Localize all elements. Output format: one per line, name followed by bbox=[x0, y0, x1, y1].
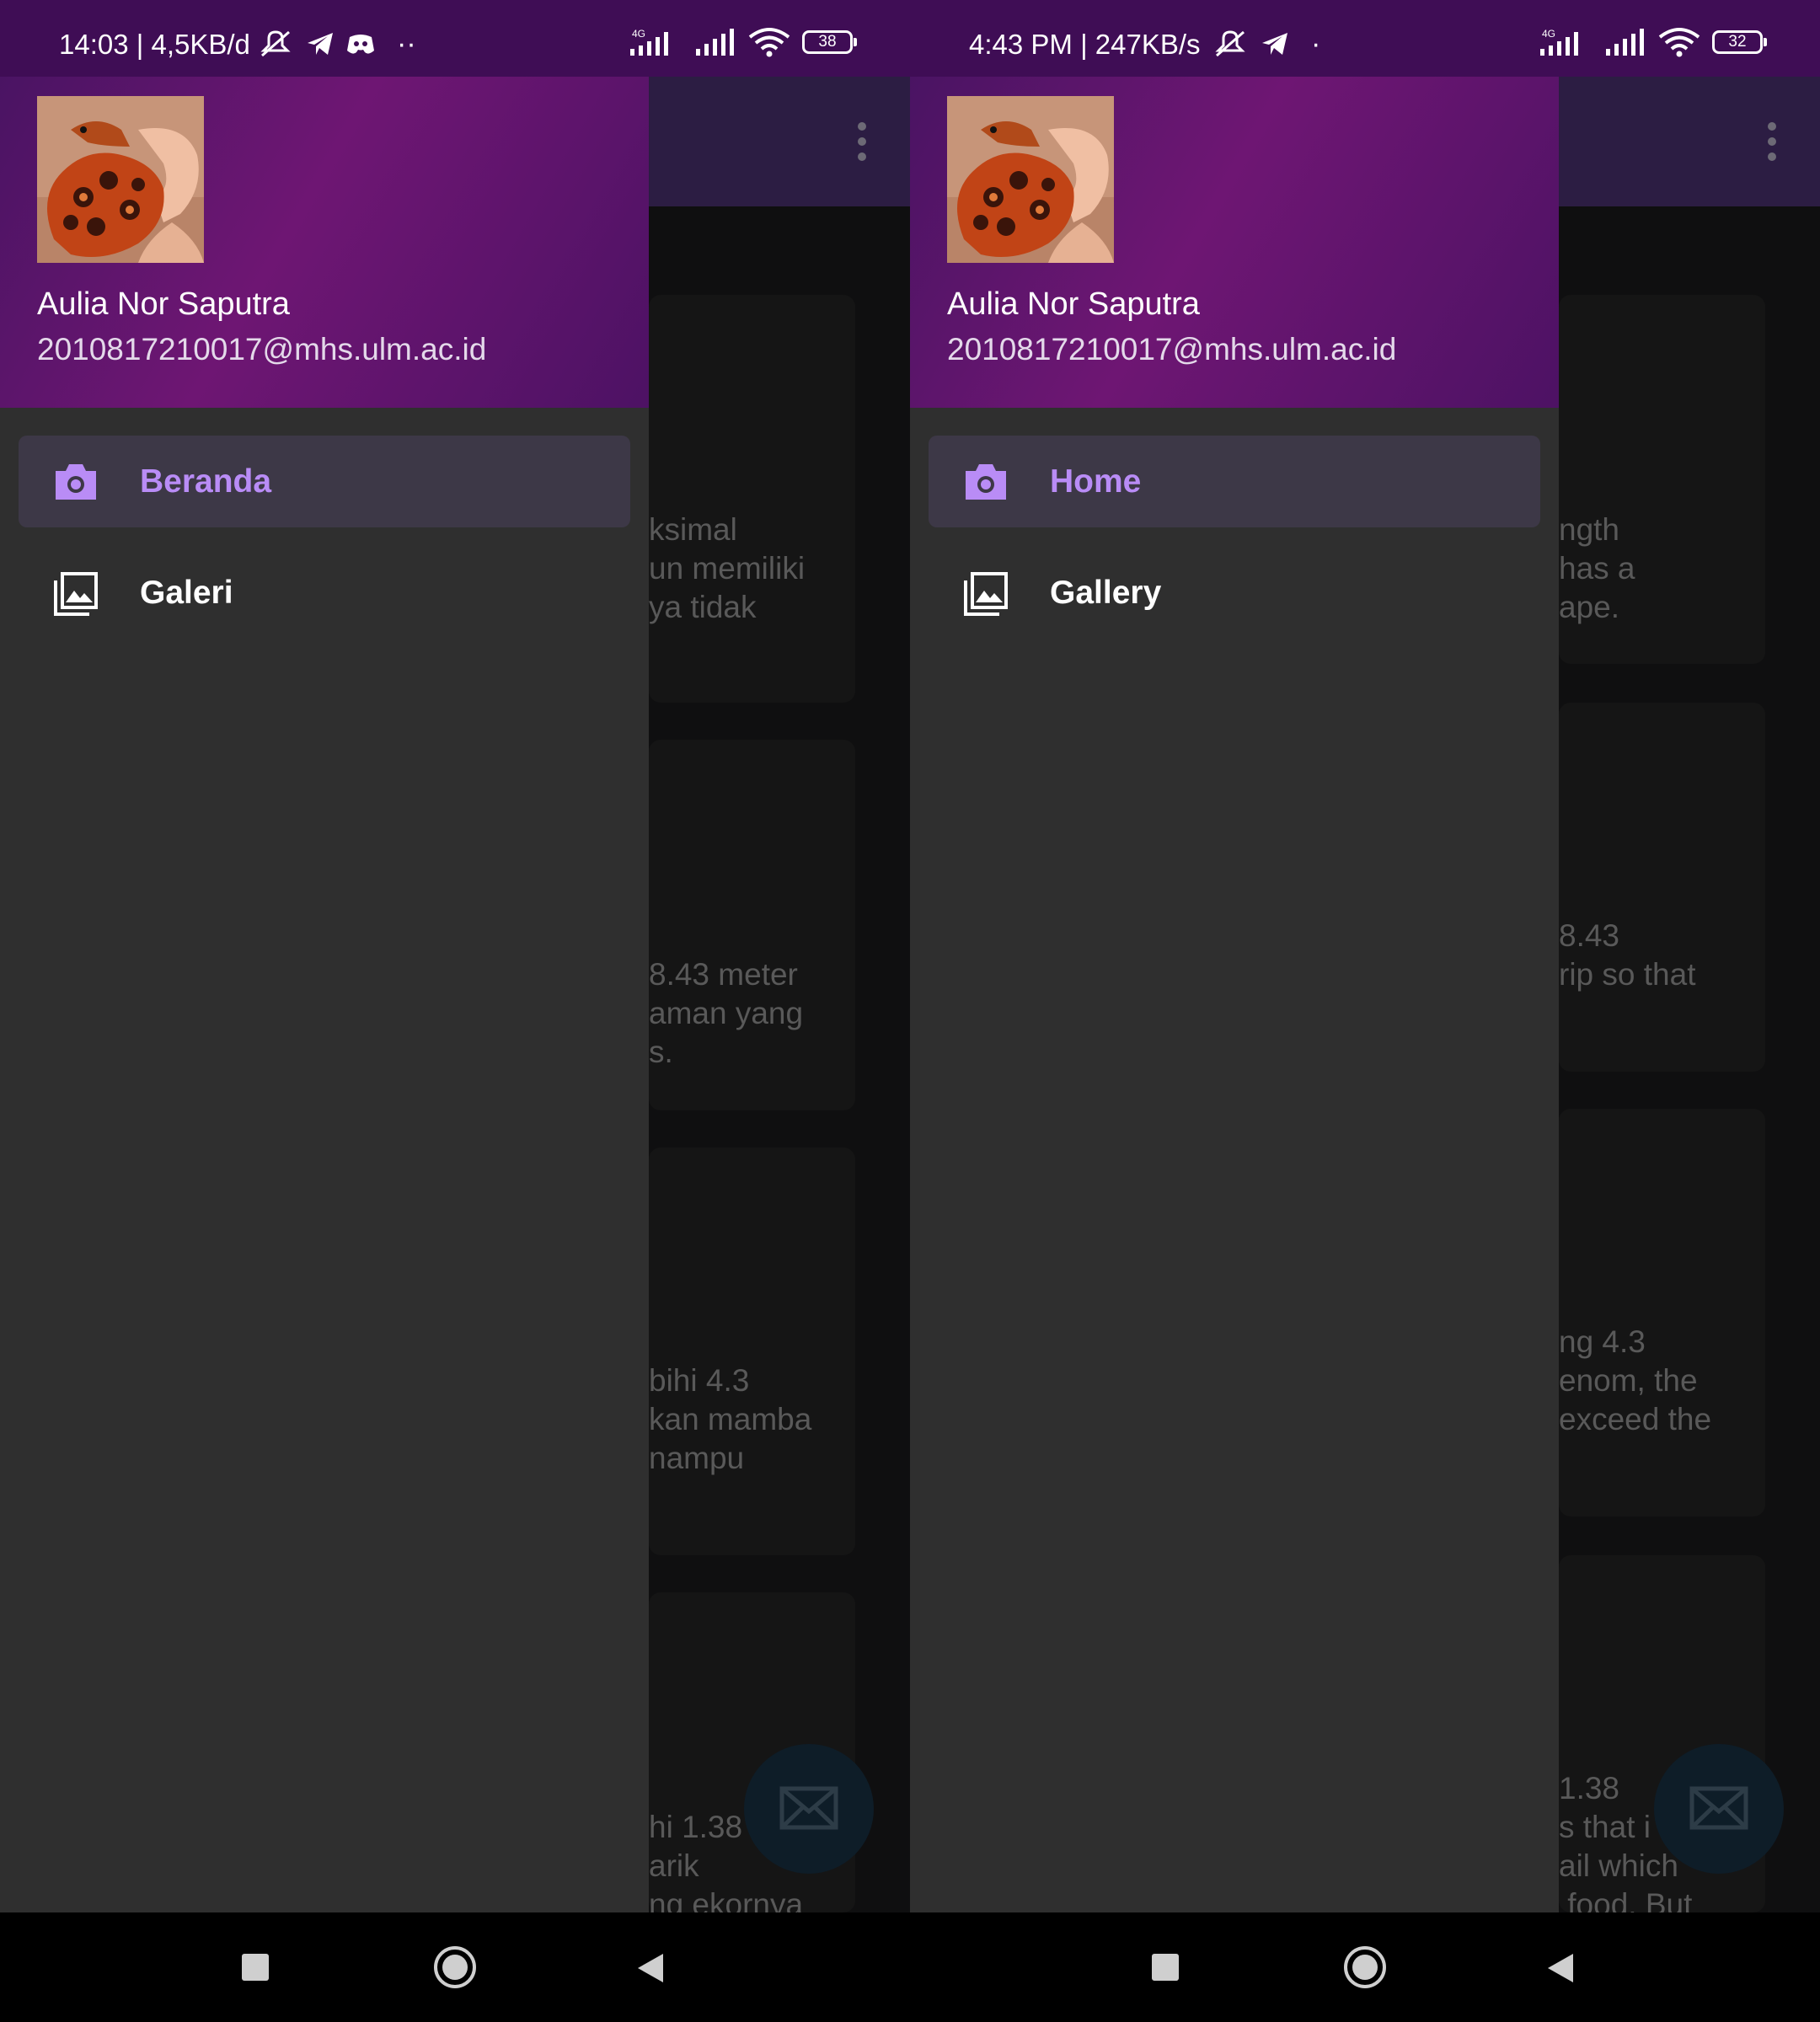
avatar bbox=[947, 96, 1114, 263]
nav-label: Gallery bbox=[1050, 575, 1162, 611]
nav-item-gallery[interactable]: Gallery bbox=[929, 547, 1540, 639]
wifi-icon bbox=[748, 27, 790, 57]
mail-fab bbox=[1654, 1744, 1784, 1874]
signal-icon bbox=[694, 27, 736, 57]
camera-icon bbox=[52, 459, 99, 506]
screen-right: 4:43 PM | 247KB/s · 4G 32 ngth has a ape… bbox=[910, 0, 1820, 1912]
background-card bbox=[1559, 1109, 1765, 1516]
user-email: 2010817210017@mhs.ulm.ac.id bbox=[947, 332, 1397, 366]
background-card-text: bihi 4.3 kan mamba nampu bbox=[649, 1363, 812, 1475]
wifi-icon bbox=[1658, 27, 1700, 57]
more-notifications: · bbox=[1311, 28, 1321, 60]
more-notifications: ·· bbox=[397, 28, 416, 60]
back-button[interactable] bbox=[1546, 1952, 1575, 1984]
system-navigation-bar bbox=[0, 1912, 1820, 2022]
telegram-icon bbox=[306, 31, 335, 56]
mute-alarm-icon bbox=[1212, 29, 1249, 59]
drawer-header: Aulia Nor Saputra 2010817210017@mhs.ulm.… bbox=[910, 77, 1559, 408]
status-bar: 14:03 | 4,5KB/d ·· 4G 38 bbox=[0, 0, 910, 77]
mail-icon bbox=[1689, 1786, 1748, 1830]
nav-label: Beranda bbox=[140, 463, 272, 500]
background-card-text: ksimal un memiliki ya tidak bbox=[649, 512, 806, 624]
background-card-text: ngth has a ape. bbox=[1559, 512, 1635, 624]
user-name: Aulia Nor Saputra bbox=[37, 286, 290, 322]
camera-icon bbox=[962, 459, 1009, 506]
mail-fab bbox=[744, 1744, 874, 1874]
mail-icon bbox=[779, 1786, 838, 1830]
screen-left: 14:03 | 4,5KB/d ·· 4G 38 ksimal un memil… bbox=[0, 0, 910, 1912]
background-card-text: ng 4.3 enom, the exceed the bbox=[1559, 1324, 1712, 1436]
status-time: 14:03 | 4,5KB/d bbox=[59, 29, 250, 60]
recents-button[interactable] bbox=[242, 1954, 269, 1981]
nav-item-beranda[interactable]: Beranda bbox=[19, 436, 630, 527]
overflow-menu-icon bbox=[1768, 122, 1776, 161]
battery-indicator: 38 bbox=[802, 30, 857, 54]
background-card-text: 8.43 rip so that bbox=[1559, 918, 1696, 992]
background-card bbox=[649, 1147, 855, 1555]
status-bar: 4:43 PM | 247KB/s · 4G 32 bbox=[910, 0, 1820, 77]
home-button[interactable] bbox=[434, 1946, 476, 1988]
nav-item-home[interactable]: Home bbox=[929, 436, 1540, 527]
signal-icon bbox=[1604, 27, 1646, 57]
signal-4g-icon: 4G bbox=[627, 27, 682, 57]
overflow-menu-icon bbox=[858, 122, 866, 161]
nav-label: Galeri bbox=[140, 575, 233, 611]
svg-text:4G: 4G bbox=[1542, 28, 1555, 40]
svg-text:4G: 4G bbox=[632, 28, 645, 40]
back-button[interactable] bbox=[636, 1952, 665, 1984]
user-name: Aulia Nor Saputra bbox=[947, 286, 1200, 322]
photo-library-icon bbox=[962, 570, 1009, 618]
photo-library-icon bbox=[52, 570, 99, 618]
navigation-drawer: Aulia Nor Saputra 2010817210017@mhs.ulm.… bbox=[910, 77, 1559, 1912]
home-button[interactable] bbox=[1344, 1946, 1386, 1988]
recents-button[interactable] bbox=[1152, 1954, 1179, 1981]
drawer-header: Aulia Nor Saputra 2010817210017@mhs.ulm.… bbox=[0, 77, 649, 408]
navigation-drawer: Aulia Nor Saputra 2010817210017@mhs.ulm.… bbox=[0, 77, 649, 1912]
status-time: 4:43 PM | 247KB/s bbox=[969, 29, 1201, 60]
background-card bbox=[1559, 703, 1765, 1072]
nav-label: Home bbox=[1050, 463, 1142, 500]
background-card bbox=[649, 295, 855, 703]
telegram-icon bbox=[1261, 31, 1289, 56]
user-email: 2010817210017@mhs.ulm.ac.id bbox=[37, 332, 487, 366]
battery-indicator: 32 bbox=[1712, 30, 1767, 54]
discord-icon bbox=[346, 32, 375, 56]
avatar bbox=[37, 96, 204, 263]
mute-alarm-icon bbox=[257, 29, 294, 59]
nav-item-galeri[interactable]: Galeri bbox=[19, 547, 630, 639]
background-card-text: 8.43 meter aman yang s. bbox=[649, 957, 804, 1069]
signal-4g-icon: 4G bbox=[1537, 27, 1592, 57]
